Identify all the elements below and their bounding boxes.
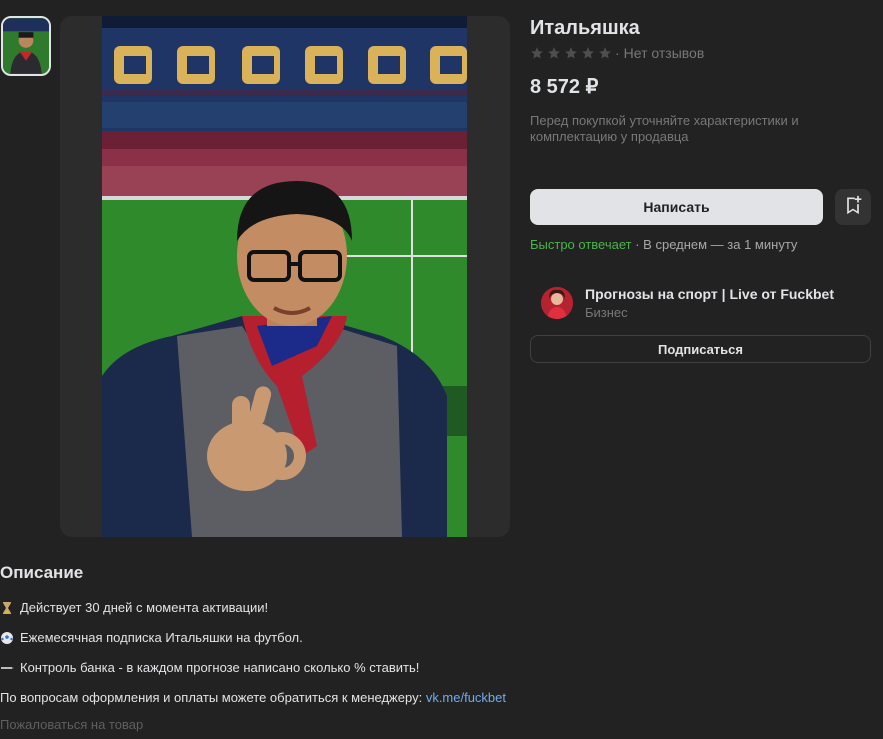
main-photo-container[interactable] [60, 16, 510, 537]
manager-link[interactable]: vk.me/fuckbet [426, 690, 506, 705]
gallery-thumbnail[interactable] [1, 16, 51, 76]
shop-name[interactable]: Прогнозы на спорт | Live от Fuckbet [585, 286, 834, 302]
hourglass-icon [0, 601, 14, 615]
bookmark-plus-icon [843, 195, 863, 220]
description-line: По вопросам оформления и оплаты можете о… [0, 690, 506, 705]
main-photo [102, 16, 467, 537]
response-fast: Быстро отвечает [530, 237, 632, 252]
description-line-text: По вопросам оформления и оплаты можете о… [0, 690, 423, 705]
star-icon [547, 46, 561, 60]
description-line: Ежемесячная подписка Итальяшки на футбол… [0, 630, 303, 645]
description-line: Действует 30 дней с момента активации! [0, 600, 268, 615]
star-icon [581, 46, 595, 60]
soccer-ball-icon [0, 631, 14, 645]
shop-avatar[interactable] [541, 287, 573, 319]
description-line: Контроль банка - в каждом прогнозе напис… [0, 660, 419, 675]
star-icon [564, 46, 578, 60]
rating-separator: · [615, 45, 620, 61]
product-title: Итальяшка [530, 17, 640, 39]
report-link[interactable]: Пожаловаться на товар [0, 717, 143, 732]
write-button[interactable]: Написать [530, 189, 823, 225]
star-icon [598, 46, 612, 60]
description-line-text: Действует 30 дней с момента активации! [20, 600, 269, 615]
description-line-text: Ежемесячная подписка Итальяшки на футбол… [20, 630, 303, 645]
shop-type: Бизнес [585, 305, 628, 320]
add-to-favorites-button[interactable] [835, 189, 871, 225]
seller-note: Перед покупкой уточняйте характеристики … [530, 113, 799, 144]
description-title: Описание [0, 563, 84, 582]
rating-text: Нет отзывов [623, 45, 705, 61]
response-time: Быстро отвечает · В среднем — за 1 минут… [530, 237, 797, 252]
rating[interactable]: · Нет отзывов [530, 45, 704, 61]
pen-icon [0, 661, 14, 675]
thumbnail-image [3, 18, 49, 74]
shop-card[interactable]: Прогнозы на спорт | Live от Fuckbet Бизн… [541, 286, 834, 320]
description-line-text: Контроль банка - в каждом прогнозе напис… [20, 660, 420, 675]
response-average: · В среднем — за 1 минуту [631, 237, 798, 252]
product-price: 8 572 ₽ [530, 76, 599, 98]
subscribe-button[interactable]: Подписаться [530, 335, 871, 363]
star-icon [530, 46, 544, 60]
